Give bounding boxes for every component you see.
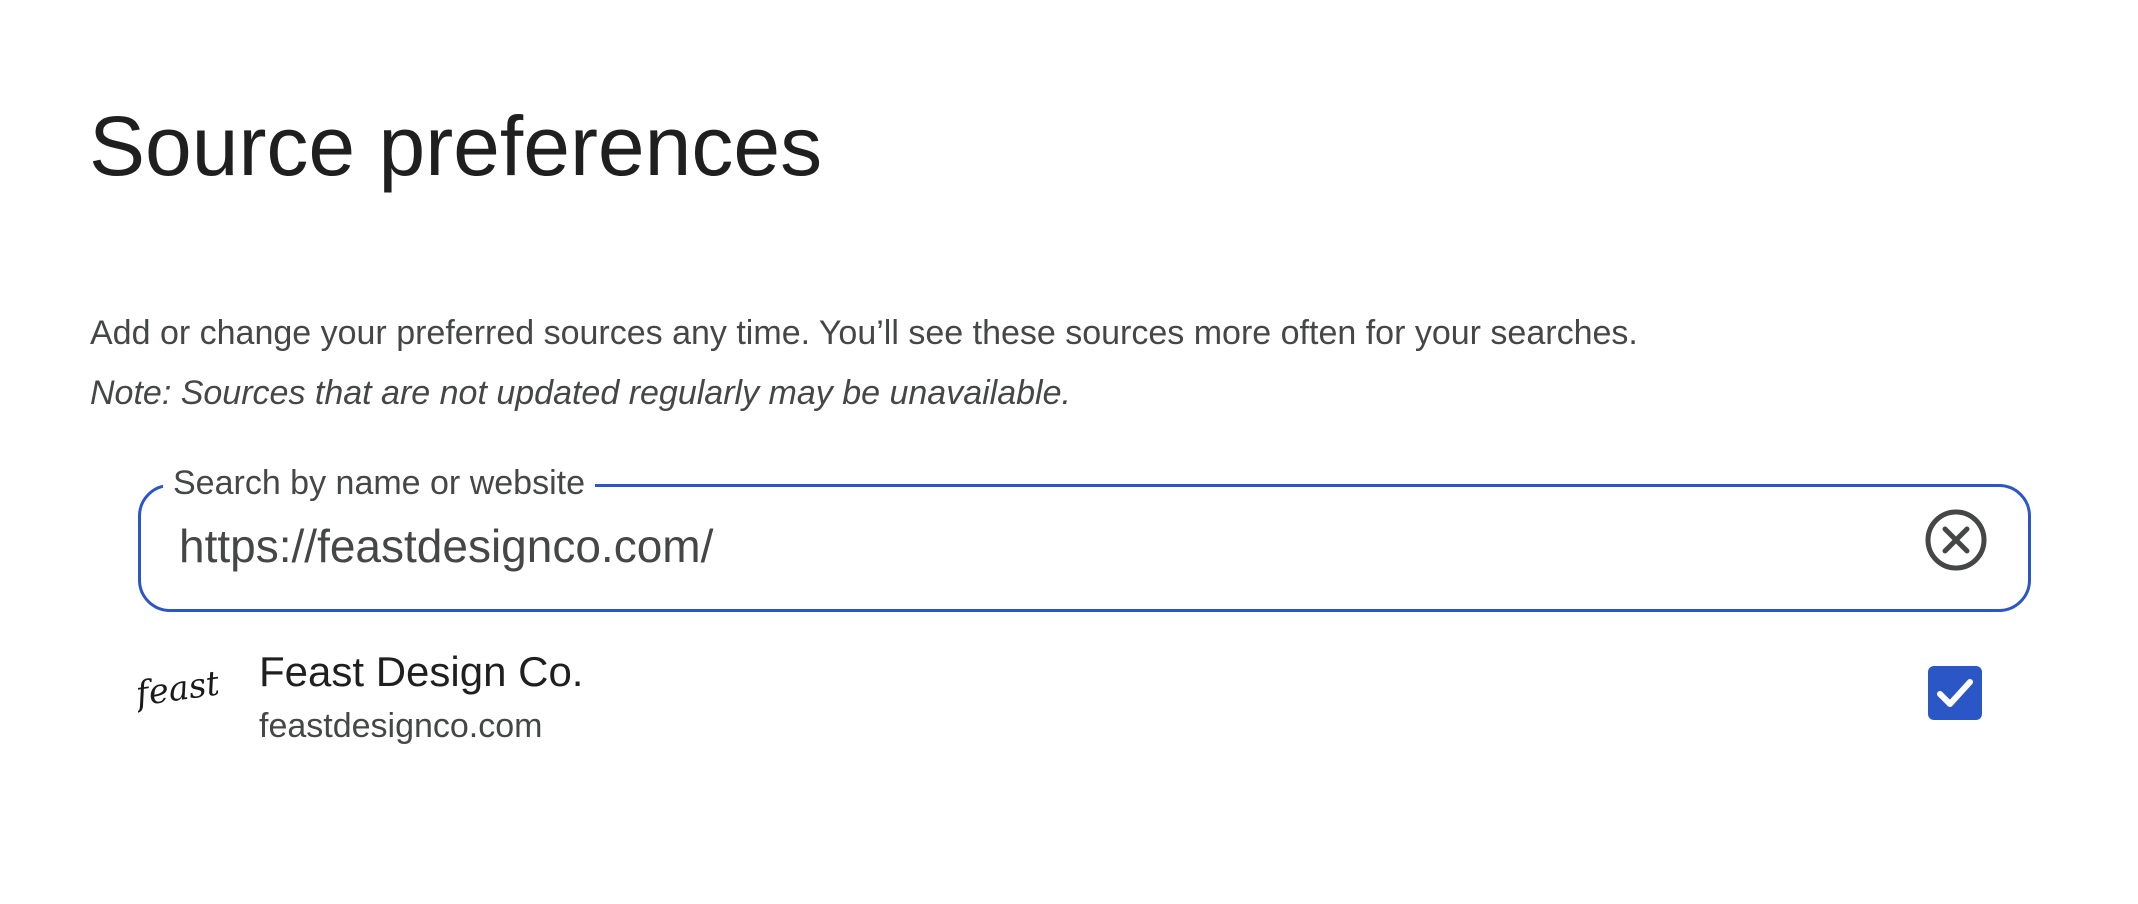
checkmark-icon	[1937, 679, 1973, 707]
search-input[interactable]	[179, 516, 1879, 576]
source-logo: feast	[130, 660, 222, 720]
feast-logo-icon: feast	[130, 663, 222, 715]
search-field-label: Search by name or website	[163, 461, 595, 505]
source-preferences-page: Source preferences Add or change your pr…	[0, 0, 2138, 904]
logo-text: feast	[138, 663, 218, 715]
source-result-row[interactable]: feast Feast Design Co. feastdesignco.com	[130, 636, 2031, 752]
source-domain: feastdesignco.com	[259, 707, 543, 745]
page-title: Source preferences	[89, 99, 823, 193]
search-field[interactable]: Search by name or website	[138, 461, 2031, 612]
source-name: Feast Design Co.	[259, 648, 584, 695]
page-description: Add or change your preferred sources any…	[90, 314, 1638, 352]
close-circle-icon	[1925, 509, 1987, 571]
source-checkbox[interactable]	[1928, 666, 1982, 720]
page-note: Note: Sources that are not updated regul…	[90, 374, 1071, 412]
clear-search-button[interactable]	[1923, 507, 1989, 573]
